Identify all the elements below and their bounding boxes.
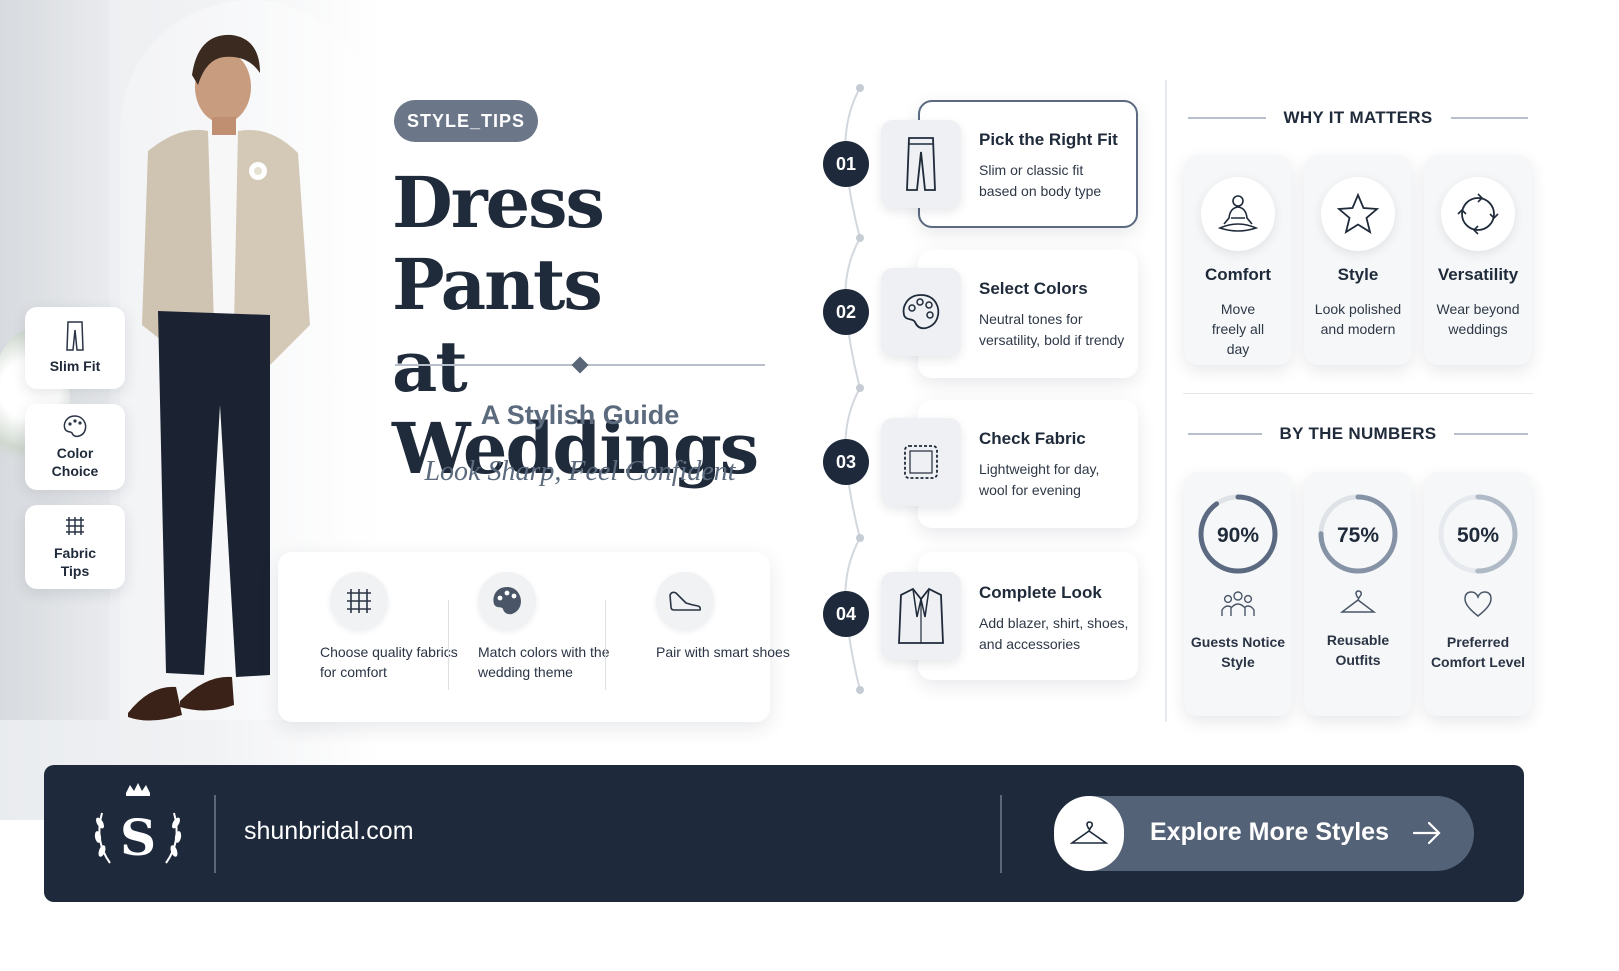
stat-card: 50% Preferred Comfort Level [1424,472,1532,716]
step-title: Pick the Right Fit [979,130,1118,149]
benefit-desc: Look polished and modern [1314,301,1402,337]
pants-icon [881,120,961,208]
category-pill[interactable]: STYLE_TIPS [394,100,538,142]
brand-logo: S [94,783,182,867]
chip-color-choice[interactable]: Color Choice [25,404,125,490]
tip-separator [448,600,449,690]
stat-card: 90% Guests Notice Style [1184,472,1292,716]
step-number: 02 [823,289,869,335]
step-number: 04 [823,591,869,637]
tip-separator [605,600,606,690]
footer-separator [214,795,216,873]
tip-text: Match colors with the wedding theme [478,644,610,680]
shoe-icon [656,572,714,630]
why-heading-text: WHY IT MATTERS [1283,108,1433,127]
step-title: Check Fabric [979,429,1086,448]
benefit-card-style: Style Look polished and modern [1304,155,1412,365]
cycle-icon [1441,177,1515,251]
footer-bar: S shunbridal.com Explore More Styles [44,765,1524,902]
tip-item: Pair with smart shoes [656,572,796,662]
stat-value: 90% [1217,524,1259,547]
palette-icon [63,415,87,438]
heart-icon [1464,591,1492,617]
pants-icon [66,321,84,351]
chip-label: Fabric Tips [53,545,96,579]
step-title: Complete Look [979,583,1102,602]
fabric-icon [66,517,84,535]
fabric-icon [330,572,388,630]
why-heading: WHY IT MATTERS [1188,106,1529,130]
benefit-card-versatility: Versatility Wear beyond weddings [1424,155,1532,365]
hanger-icon [1340,590,1376,613]
stat-value: 75% [1337,524,1379,547]
step-desc: Lightweight for day, wool for evening [979,461,1100,498]
hanger-icon [1054,796,1124,871]
website-link[interactable]: shunbridal.com [244,817,414,846]
chip-slim-fit[interactable]: Slim Fit [25,307,125,389]
stat-value: 50% [1457,524,1499,547]
star-icon [1321,177,1395,251]
step-number: 01 [823,141,869,187]
step-number: 03 [823,439,869,485]
chip-label: Color Choice [51,445,99,479]
meditation-icon [1201,177,1275,251]
step-desc: Slim or classic fit based on body type [979,162,1102,199]
benefit-title: Style [1337,265,1379,284]
footer-separator [1000,795,1002,873]
cta-label: Explore More Styles [1150,818,1389,846]
palette-icon [881,268,961,356]
step-desc: Add blazer, shirt, shoes, and accessorie… [979,615,1129,652]
benefit-desc: Move freely all day [1211,301,1265,357]
tip-item: Choose quality fabrics for comfort [320,572,460,682]
chip-label: Slim Fit [49,358,101,374]
stat-card: 75% Reusable Outfits [1304,472,1412,716]
tagline: Look Sharp, Feel Confident [424,456,736,487]
stat-gauge: 75% [1318,494,1398,574]
column-separator [1165,80,1167,722]
stat-label: Guests Notice Style [1190,634,1286,670]
step-title: Select Colors [979,279,1088,298]
step-desc: Neutral tones for versatility, bold if t… [979,311,1125,348]
stat-label: Reusable Outfits [1326,632,1390,668]
subtitle: A Stylish Guide [480,400,680,430]
title-line-1: Dress Pants [392,161,605,326]
tip-text: Pair with smart shoes [656,644,790,660]
chip-fabric-tips[interactable]: Fabric Tips [25,505,125,589]
tip-item: Match colors with the wedding theme [478,572,618,682]
blazer-icon [881,572,961,660]
numbers-heading: BY THE NUMBERS [1188,422,1528,446]
stat-gauge: 90% [1198,494,1278,574]
explore-more-button[interactable]: Explore More Styles [1054,796,1474,871]
benefit-desc: Wear beyond weddings [1436,301,1520,337]
stat-gauge: 50% [1438,494,1518,574]
people-icon [1221,591,1255,616]
fabric-icon [881,418,961,506]
tip-text: Choose quality fabrics for comfort [320,644,458,680]
benefit-title: Comfort [1204,265,1272,284]
page-title: Dress Pants at Weddings [392,162,792,490]
logo-letter: S [120,808,156,867]
tips-card: Choose quality fabrics for comfort Match… [278,552,790,722]
palette-icon [478,572,536,630]
benefit-title: Versatility [1437,265,1519,284]
numbers-heading-text: BY THE NUMBERS [1279,424,1437,443]
arrow-right-icon [1412,821,1441,845]
section-separator [1183,393,1533,394]
stat-label: Preferred Comfort Level [1430,634,1526,670]
benefit-card-comfort: Comfort Move freely all day [1184,155,1292,365]
